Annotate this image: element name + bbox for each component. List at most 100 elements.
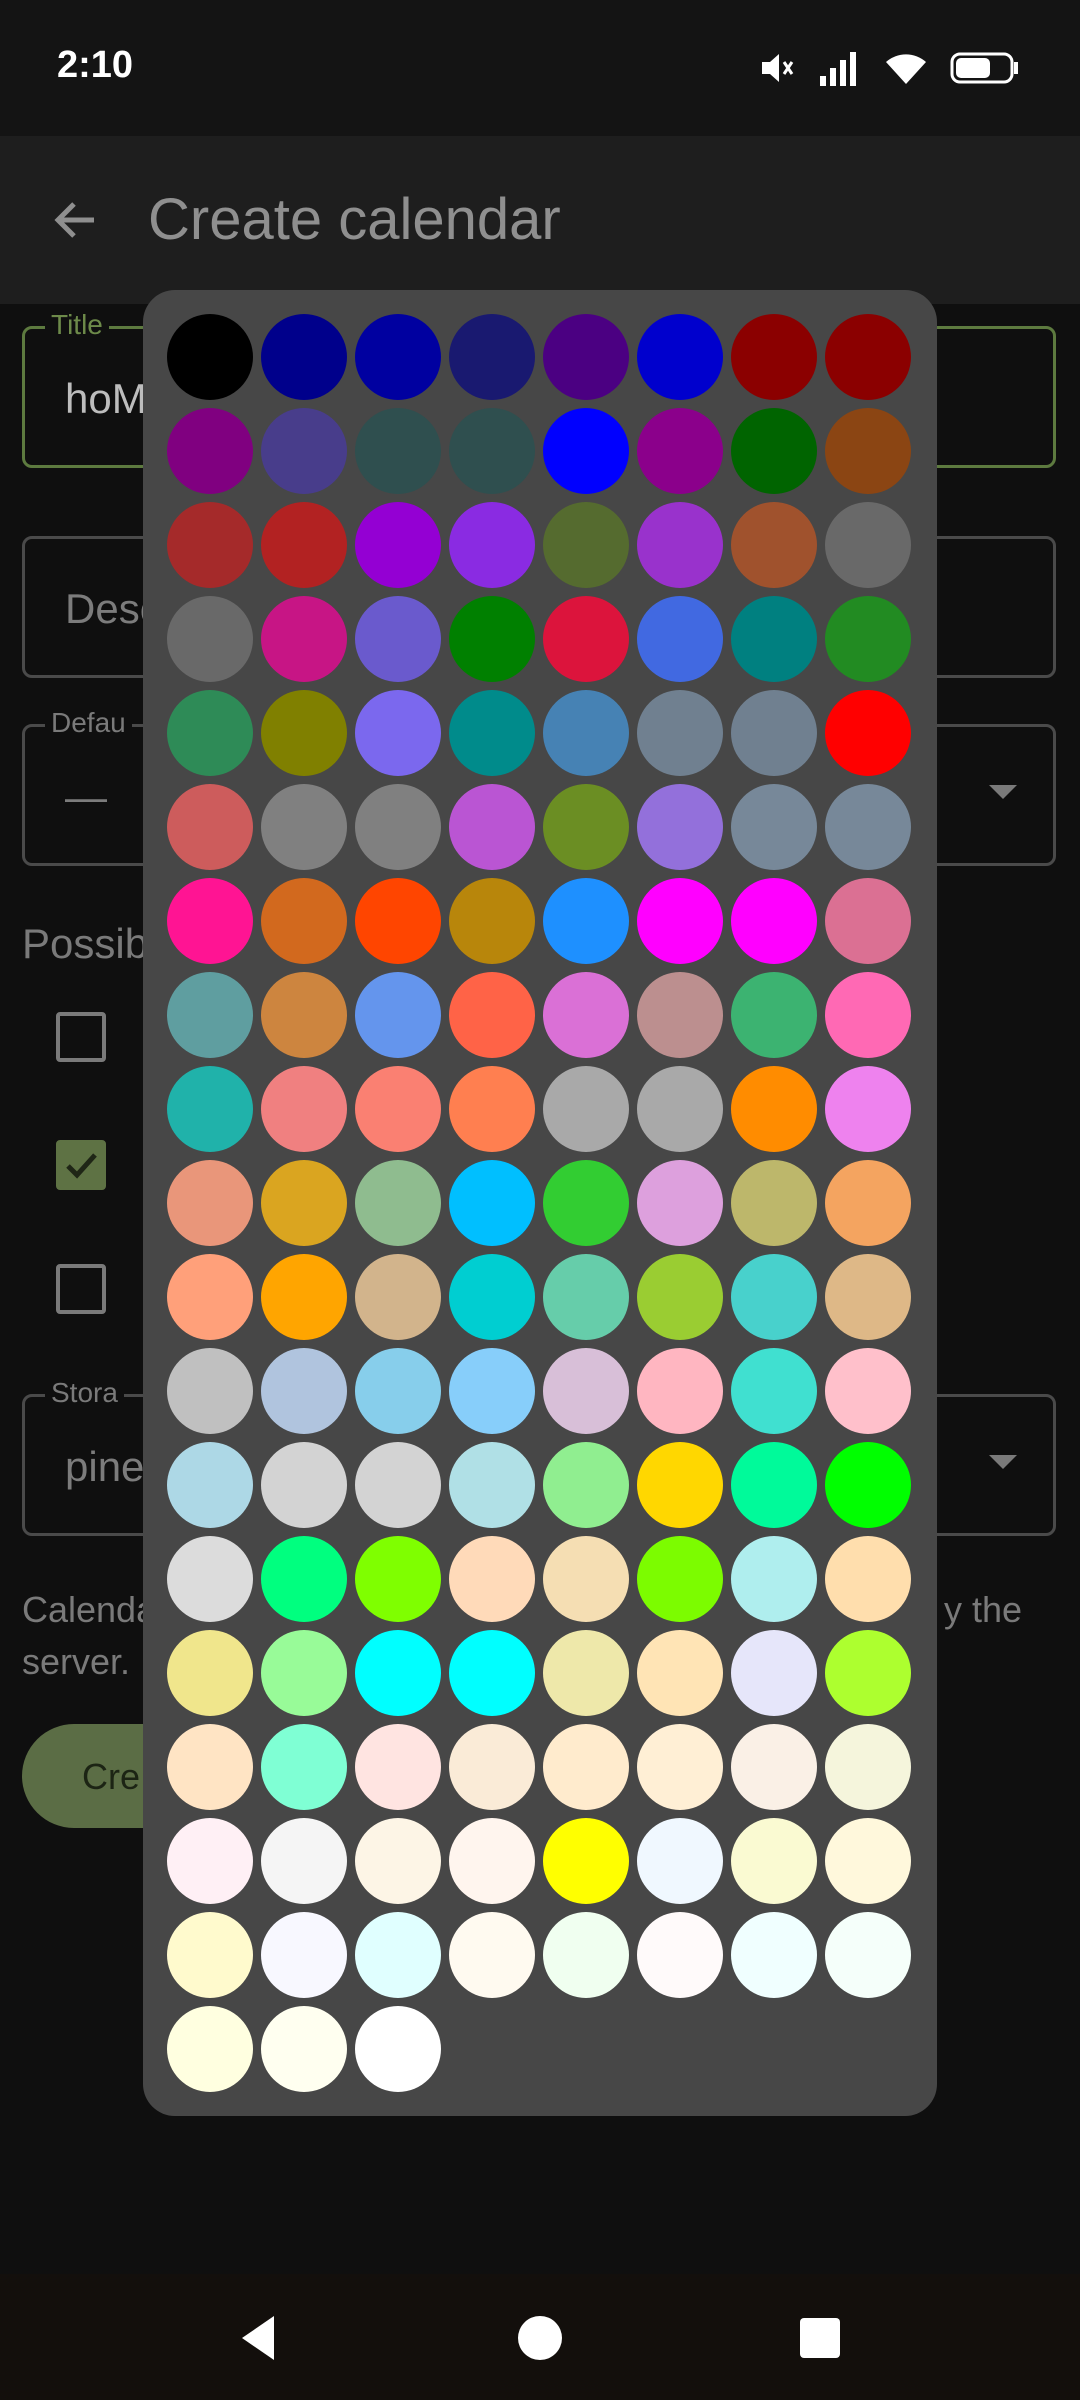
color-swatch[interactable]: [167, 1160, 253, 1246]
color-swatch[interactable]: [825, 878, 911, 964]
color-swatch[interactable]: [167, 596, 253, 682]
color-swatch[interactable]: [543, 1160, 629, 1246]
color-swatch[interactable]: [355, 878, 441, 964]
color-swatch[interactable]: [543, 502, 629, 588]
color-swatch[interactable]: [449, 878, 535, 964]
color-swatch[interactable]: [355, 784, 441, 870]
color-swatch[interactable]: [825, 784, 911, 870]
color-swatch[interactable]: [449, 314, 535, 400]
color-swatch[interactable]: [543, 690, 629, 776]
color-swatch[interactable]: [261, 1066, 347, 1152]
checkbox-3[interactable]: [56, 1264, 106, 1314]
color-swatch[interactable]: [637, 1536, 723, 1622]
color-swatch[interactable]: [167, 1066, 253, 1152]
color-swatch[interactable]: [637, 1066, 723, 1152]
color-swatch[interactable]: [355, 1912, 441, 1998]
color-swatch[interactable]: [731, 314, 817, 400]
color-swatch[interactable]: [543, 1348, 629, 1434]
color-swatch[interactable]: [167, 1348, 253, 1434]
color-swatch[interactable]: [637, 1160, 723, 1246]
color-swatch[interactable]: [731, 408, 817, 494]
color-swatch[interactable]: [637, 972, 723, 1058]
color-swatch[interactable]: [825, 1066, 911, 1152]
color-swatch[interactable]: [355, 1630, 441, 1716]
color-swatch[interactable]: [355, 596, 441, 682]
color-swatch[interactable]: [449, 1818, 535, 1904]
color-swatch[interactable]: [637, 1254, 723, 1340]
color-swatch[interactable]: [449, 1442, 535, 1528]
color-swatch[interactable]: [543, 1254, 629, 1340]
color-swatch[interactable]: [543, 1630, 629, 1716]
color-swatch[interactable]: [543, 1536, 629, 1622]
color-swatch[interactable]: [825, 1442, 911, 1528]
color-swatch[interactable]: [167, 1442, 253, 1528]
color-swatch[interactable]: [167, 690, 253, 776]
color-swatch[interactable]: [825, 1160, 911, 1246]
color-swatch[interactable]: [261, 1912, 347, 1998]
color-swatch[interactable]: [355, 1254, 441, 1340]
color-swatch[interactable]: [355, 314, 441, 400]
color-swatch[interactable]: [167, 314, 253, 400]
color-swatch[interactable]: [637, 502, 723, 588]
color-swatch[interactable]: [261, 784, 347, 870]
color-swatch[interactable]: [449, 502, 535, 588]
color-swatch[interactable]: [825, 1254, 911, 1340]
color-swatch[interactable]: [731, 1254, 817, 1340]
color-swatch[interactable]: [543, 1442, 629, 1528]
color-swatch[interactable]: [637, 1442, 723, 1528]
color-swatch[interactable]: [825, 314, 911, 400]
color-swatch[interactable]: [731, 1160, 817, 1246]
color-swatch[interactable]: [825, 1912, 911, 1998]
color-swatch[interactable]: [167, 408, 253, 494]
color-swatch[interactable]: [261, 314, 347, 400]
color-swatch[interactable]: [261, 1254, 347, 1340]
color-swatch[interactable]: [167, 2006, 253, 2092]
color-swatch[interactable]: [543, 1724, 629, 1810]
color-swatch[interactable]: [261, 1818, 347, 1904]
color-swatch[interactable]: [637, 878, 723, 964]
color-swatch[interactable]: [167, 1818, 253, 1904]
color-swatch[interactable]: [261, 878, 347, 964]
color-swatch[interactable]: [731, 1442, 817, 1528]
color-swatch[interactable]: [355, 690, 441, 776]
color-swatch[interactable]: [731, 1912, 817, 1998]
color-swatch[interactable]: [825, 1536, 911, 1622]
color-swatch[interactable]: [355, 502, 441, 588]
color-swatch[interactable]: [543, 1818, 629, 1904]
color-swatch[interactable]: [167, 1536, 253, 1622]
color-swatch[interactable]: [167, 1912, 253, 1998]
color-swatch[interactable]: [731, 878, 817, 964]
checkbox-1[interactable]: [56, 1012, 106, 1062]
color-swatch[interactable]: [637, 314, 723, 400]
color-swatch[interactable]: [355, 972, 441, 1058]
color-swatch[interactable]: [637, 1724, 723, 1810]
color-swatch[interactable]: [543, 1912, 629, 1998]
nav-back-icon[interactable]: [232, 2310, 288, 2366]
color-swatch[interactable]: [637, 408, 723, 494]
color-swatch[interactable]: [731, 596, 817, 682]
nav-recents-icon[interactable]: [792, 2310, 848, 2366]
color-swatch[interactable]: [355, 1536, 441, 1622]
color-swatch[interactable]: [637, 1818, 723, 1904]
color-swatch[interactable]: [825, 1630, 911, 1716]
color-swatch[interactable]: [449, 1912, 535, 1998]
color-swatch[interactable]: [637, 1630, 723, 1716]
color-swatch[interactable]: [449, 690, 535, 776]
color-swatch[interactable]: [543, 596, 629, 682]
nav-home-icon[interactable]: [512, 2310, 568, 2366]
color-swatch[interactable]: [449, 1160, 535, 1246]
color-swatch[interactable]: [449, 1348, 535, 1434]
color-swatch[interactable]: [449, 1536, 535, 1622]
checkbox-2[interactable]: [56, 1140, 106, 1190]
color-swatch[interactable]: [449, 1724, 535, 1810]
color-swatch[interactable]: [825, 502, 911, 588]
color-swatch[interactable]: [261, 1724, 347, 1810]
color-swatch[interactable]: [449, 408, 535, 494]
color-swatch[interactable]: [825, 408, 911, 494]
color-swatch[interactable]: [355, 1160, 441, 1246]
color-swatch[interactable]: [731, 784, 817, 870]
color-swatch[interactable]: [543, 408, 629, 494]
color-swatch[interactable]: [637, 596, 723, 682]
color-swatch[interactable]: [261, 1630, 347, 1716]
color-swatch[interactable]: [637, 784, 723, 870]
